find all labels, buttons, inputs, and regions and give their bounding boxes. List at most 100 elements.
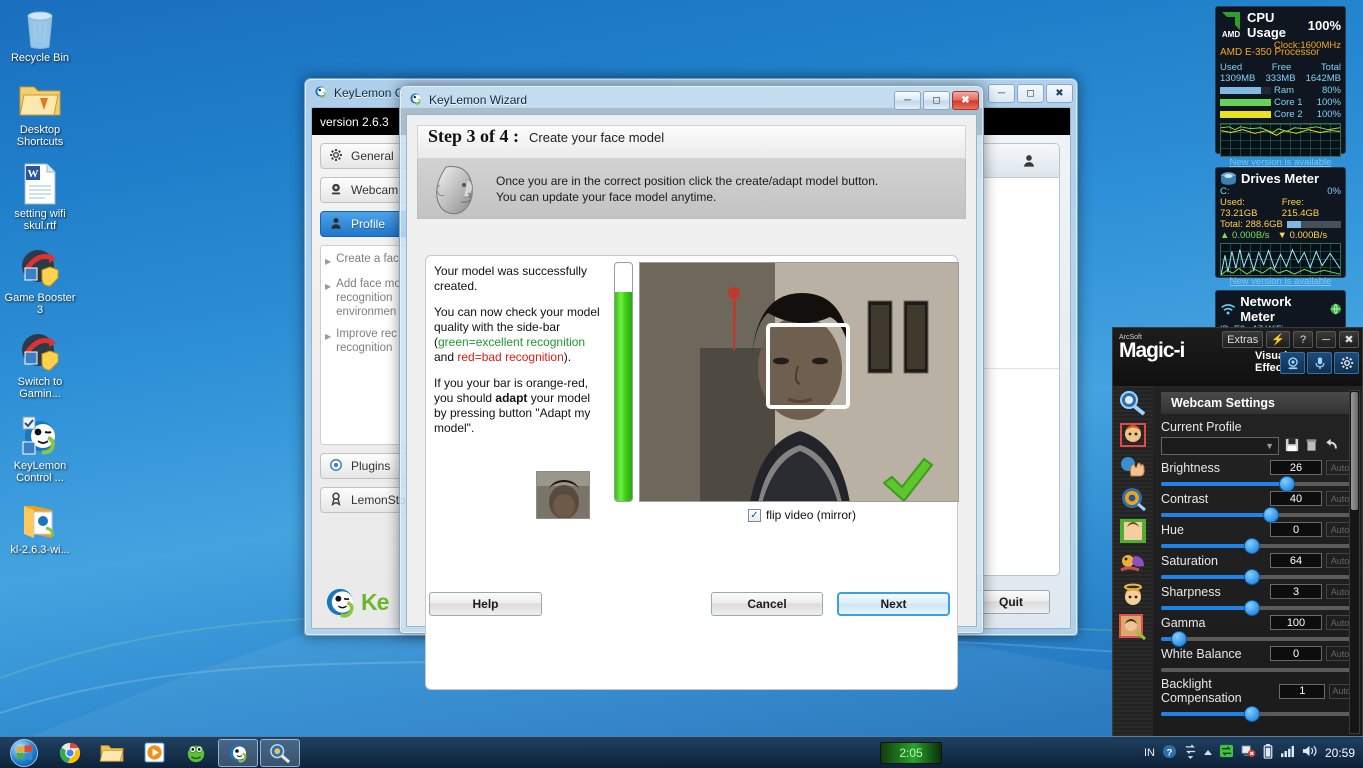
taskbar-item-chrome[interactable] [50,739,90,767]
folder-icon [0,76,80,124]
slider-white-balance[interactable]: White Balance 0 Auto [1161,646,1354,672]
flip-video-checkbox-row[interactable]: ✓ flip video (mirror) [748,508,856,522]
drives-meter-gadget[interactable]: Drives Meter C: 0% Used: 73.21GB Free: 2… [1215,167,1346,278]
arcsoft-magici-window[interactable]: ArcSoft Magic-i VisualEffects Extras ⚡ ?… [1112,327,1363,739]
taskbar-clock[interactable]: 20:59 [1325,746,1355,760]
help-icon[interactable]: ? [1162,744,1177,762]
language-indicator[interactable]: IN [1144,747,1155,759]
slider-sharpness[interactable]: Sharpness 3 Auto [1161,584,1354,610]
magici-window-buttons[interactable]: Extras ⚡ ? ─ ✖ [1222,331,1359,348]
magici-scrollbar[interactable] [1349,390,1360,734]
camera-icon[interactable] [1280,352,1305,374]
flip-video-checkbox[interactable]: ✓ [748,509,761,522]
desktop-icon-game-booster-3[interactable]: Game Booster 3 [0,244,80,316]
magici-device-buttons[interactable] [1280,352,1359,374]
volume-icon[interactable] [1302,744,1318,761]
next-button[interactable]: Next [837,592,950,616]
network-sync-icon[interactable] [1184,744,1197,762]
system-tray[interactable]: IN ? 20:59 [1144,744,1363,762]
slider-saturation[interactable]: Saturation 64 Auto [1161,553,1354,579]
magici-effects-column[interactable] [1113,386,1153,738]
drives-new-version-link[interactable]: New version is available [1220,276,1341,287]
face-tracking-icon[interactable] [1115,420,1151,450]
network-active-icon[interactable] [1219,744,1234,761]
delete-icon[interactable] [1305,438,1318,455]
keylemon-window-controls[interactable]: ─ ◻ ✖ [988,84,1073,103]
battery-icon[interactable] [1263,744,1273,762]
minimize-icon[interactable]: ─ [894,91,921,110]
bar-value-ram: 80% [1313,85,1341,96]
close-icon[interactable]: ✖ [1046,84,1073,103]
theme-icon[interactable] [1115,548,1151,578]
taskbar-item-explorer[interactable] [92,739,132,767]
taskbar-item-magici[interactable] [260,739,300,767]
frame-icon[interactable] [1115,516,1151,546]
wizard-titlebar[interactable]: KeyLemon Wizard ─ ◻ ✖ [400,86,983,114]
color-effect-icon[interactable] [1115,484,1151,514]
sidebar-item-label: LemonSto [351,493,406,507]
wizard-body: Step 3 of 4 : Create your face model Onc… [406,114,977,627]
chevron-right-icon: ▶ [325,252,331,269]
minimize-icon[interactable]: ─ [1316,331,1336,348]
windows-taskbar[interactable]: 2:05 IN ? 20:59 [0,736,1363,768]
undo-icon[interactable] [1324,438,1339,455]
close-icon[interactable]: ✖ [1339,331,1359,348]
network-title: Network Meter [1240,294,1325,324]
cpu-bar-core1: Core 1 100% [1220,97,1341,108]
slider-brightness[interactable]: Brightness 26 Auto [1161,460,1354,486]
taskbar-item-keylemon[interactable] [218,739,258,767]
current-profile-label: Current Profile [1161,420,1354,434]
desktop-icon-label: kl-2.6.3-wi... [0,544,80,556]
tab-profile[interactable] [999,144,1059,178]
taskbar-item-cut-the-rope[interactable] [176,739,216,767]
slider-backlight-compensation[interactable]: Backlight Compensation 1 Auto [1161,677,1354,716]
magici-titlebar[interactable]: ArcSoft Magic-i VisualEffects Extras ⚡ ?… [1113,328,1362,386]
cpu-usage-gadget[interactable]: AMD CPU Usage100% Clock:1600MHz AMD E-35… [1215,6,1346,154]
help-button[interactable]: Help [429,592,542,616]
show-hidden-icons-icon[interactable] [1204,750,1212,755]
maximize-icon[interactable]: ◻ [1017,84,1044,103]
microphone-icon[interactable] [1307,352,1332,374]
help-icon[interactable]: ? [1293,331,1313,348]
network-title-row: Network Meter [1220,294,1341,324]
desktop-icon-desktop-shortcuts[interactable]: Desktop Shortcuts [0,76,80,148]
desktop-icon-kl-installer[interactable]: kl-2.6.3-wi... [0,496,80,556]
slider-hue[interactable]: Hue 0 Auto [1161,522,1354,548]
maximize-icon[interactable]: ◻ [923,91,950,110]
wizard-window-controls[interactable]: ─ ◻ ✖ [894,91,979,110]
slider-contrast[interactable]: Contrast 40 Auto [1161,491,1354,517]
magici-icon [269,743,291,763]
signal-strength-icon[interactable] [1280,745,1295,761]
game-timer-badge[interactable]: 2:05 [880,742,942,764]
drive-upload: ▲ 0.000B/s [1220,230,1270,241]
desktop-icon-keylemon-control[interactable]: KeyLemon Control ... [0,412,80,484]
desktop-icon-recycle-bin[interactable]: Recycle Bin [0,4,80,64]
wizard-button-row: Help Cancel Next [425,592,958,616]
slider-gamma[interactable]: Gamma 100 Auto [1161,615,1354,641]
plug-icon[interactable]: ⚡ [1266,331,1290,348]
avatar-icon[interactable] [1115,580,1151,610]
save-icon[interactable] [1285,438,1299,455]
magici-scrollbar-thumb[interactable] [1351,392,1358,510]
keylemon-wizard-dialog[interactable]: KeyLemon Wizard ─ ◻ ✖ Step 3 of 4 : Crea… [399,85,984,634]
magic-face-icon[interactable] [1115,612,1151,642]
start-button[interactable] [0,738,48,768]
wizard-instruction-text: Your model was successfully created. You… [434,264,604,447]
slider-value: 64 [1270,553,1322,568]
taskbar-item-media-player[interactable] [134,739,174,767]
hand-gesture-icon[interactable] [1115,452,1151,482]
minimize-icon[interactable]: ─ [988,84,1015,103]
cancel-button[interactable]: Cancel [711,592,823,616]
network-meter-gadget[interactable]: Network Meter ID: E3 - 17 WiFi Int IP: 1… [1215,290,1346,332]
extras-button[interactable]: Extras [1222,331,1263,348]
cpu-memory-values: 1309MB 333MB 1642MB [1220,73,1341,84]
gear-icon[interactable] [1334,352,1359,374]
desktop-icon-switch-to-gaming[interactable]: Switch to Gamin... [0,328,80,400]
wizard-intro-band: Once you are in the correct position cli… [417,159,966,219]
magnifier-tool-icon[interactable] [1115,388,1151,418]
current-profile-select[interactable]: ▼ [1161,437,1279,455]
close-icon[interactable]: ✖ [952,91,979,110]
slider-label: Hue [1161,523,1184,537]
network-error-icon[interactable] [1241,744,1256,761]
desktop-icon-setting-wifi-rtf[interactable]: W setting wifi skul.rtf [0,160,80,232]
